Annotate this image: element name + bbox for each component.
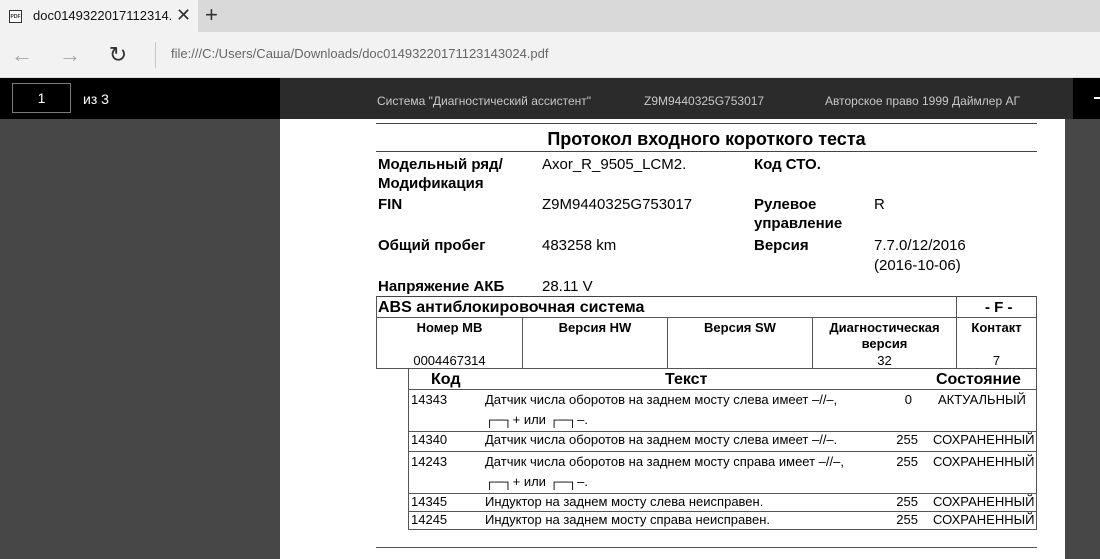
back-arrow-icon[interactable]: ←: [8, 41, 36, 69]
fault-row-rule: [408, 451, 1037, 452]
toolbar-dash-icon: [1094, 97, 1100, 99]
mileage-value: 483258 km: [542, 237, 617, 254]
new-tab-icon[interactable]: +: [205, 2, 218, 28]
fault-code: 14340: [411, 432, 448, 447]
version-label: Версия: [754, 237, 809, 254]
fault-header-code: Код: [431, 371, 461, 388]
tab-bar: PDF doc0149322017112314... ✕ +: [0, 0, 1100, 32]
abs-header-rule: [376, 317, 1037, 318]
sto-label: Код СТО.: [754, 156, 821, 173]
fault-code: 14343: [411, 392, 448, 407]
fault-text: Индуктор на заднем мосту слева неисправе…: [485, 494, 764, 509]
page-number-input[interactable]: [12, 83, 71, 113]
document-title: Протокол входного короткого теста: [547, 129, 866, 149]
fin-value: Z9M9440325G753017: [542, 196, 693, 213]
address-separator: [155, 42, 156, 68]
fin-label: FIN: [378, 196, 403, 213]
fault-code: 14345: [411, 494, 448, 509]
abs-right-border: [1036, 296, 1037, 368]
fault-count: 255: [896, 512, 918, 527]
abs-title: ABS антиблокировочная система: [378, 299, 645, 316]
contact-value: 7: [992, 353, 1001, 368]
header-copyright: Авторское право 1999 Даймлер АГ: [825, 94, 1020, 108]
fault-state: СОХРАНЕННЫЙ: [933, 512, 1035, 527]
tab-pdf-document[interactable]: PDF doc0149322017112314... ✕: [0, 0, 198, 32]
model-value: Axor_R_9505_LCM2.: [542, 156, 687, 173]
fault-state: СОХРАНЕННЫЙ: [933, 454, 1035, 469]
fault-header-text: Текст: [665, 371, 708, 388]
battery-value: 28.11 V: [542, 278, 593, 295]
battery-label: Напряжение АКБ: [378, 278, 505, 295]
title-rule: [376, 151, 1037, 152]
fault-header-rule: [408, 389, 1037, 390]
fault-header-state: Состояние: [936, 371, 1021, 388]
version-date: (2016-10-06): [874, 257, 961, 274]
fault-text: Датчик числа оборотов на заднем мосту сл…: [485, 432, 838, 447]
abs-bottom-rule: [376, 368, 1037, 369]
tab-title: doc0149322017112314...: [33, 8, 171, 23]
mb-number-value: 0004467314: [413, 353, 486, 368]
fault-table-left-border: [408, 369, 409, 530]
steering-label: Рулевое управление: [754, 196, 843, 232]
forward-arrow-icon[interactable]: →: [56, 41, 84, 69]
fault-text: Индуктор на заднем мосту справа неисправ…: [485, 512, 771, 527]
model-label: Модельный ряд/Модификация: [378, 156, 503, 192]
diag-version-value: 32: [877, 353, 892, 368]
url-field[interactable]: file:///C:/Users/Саша/Downloads/doc01493…: [171, 46, 548, 61]
fault-count: 255: [896, 432, 918, 447]
page-total: из 3: [83, 91, 109, 107]
refresh-icon[interactable]: ↻: [104, 41, 132, 69]
fault-code: 14245: [411, 512, 448, 527]
fault-count: 255: [896, 454, 918, 469]
close-tab-icon[interactable]: ✕: [176, 5, 191, 25]
pdf-file-icon: PDF: [9, 10, 22, 23]
fault-state: АКТУАЛЬНЫЙ: [938, 392, 1026, 407]
fault-state: СОХРАНЕННЫЙ: [933, 432, 1035, 447]
steering-value: R: [874, 196, 885, 213]
abs-flag: - F -: [985, 299, 1013, 316]
col-contact: Контакт: [971, 320, 1022, 335]
fault-state: СОХРАНЕННЫЙ: [933, 494, 1035, 509]
fault-text-continued: ┌─┐+ или ┌─┐–.: [485, 474, 589, 489]
col-sw-version: Версия SW: [704, 320, 776, 335]
col-mb-number: Номер MB: [416, 320, 483, 335]
next-section-rule: [376, 547, 1037, 548]
fault-text-continued: ┌─┐+ или ┌─┐–.: [485, 412, 589, 427]
fault-table-bottom-rule: [408, 529, 1037, 530]
fault-table-right-border: [1036, 369, 1037, 530]
header-fin: Z9M9440325G753017: [644, 94, 765, 108]
fault-count: 0: [904, 392, 912, 407]
version-value: 7.7.0/12/2016: [874, 237, 966, 254]
col-diag-version: Диагностическая версия: [829, 320, 940, 351]
col-hw-version: Версия HW: [558, 320, 632, 335]
fault-count: 255: [896, 494, 918, 509]
abs-top-rule: [376, 296, 1037, 297]
mileage-label: Общий пробег: [378, 237, 486, 254]
fault-code: 14243: [411, 454, 448, 469]
top-rule: [376, 123, 1037, 124]
header-system: Система "Диагностический ассистент": [377, 94, 592, 108]
address-bar: ← → ↻ file:///C:/Users/Саша/Downloads/do…: [0, 32, 1100, 78]
fault-text: Датчик числа оборотов на заднем мосту сл…: [485, 392, 838, 407]
fault-text: Датчик числа оборотов на заднем мосту сп…: [485, 454, 844, 469]
